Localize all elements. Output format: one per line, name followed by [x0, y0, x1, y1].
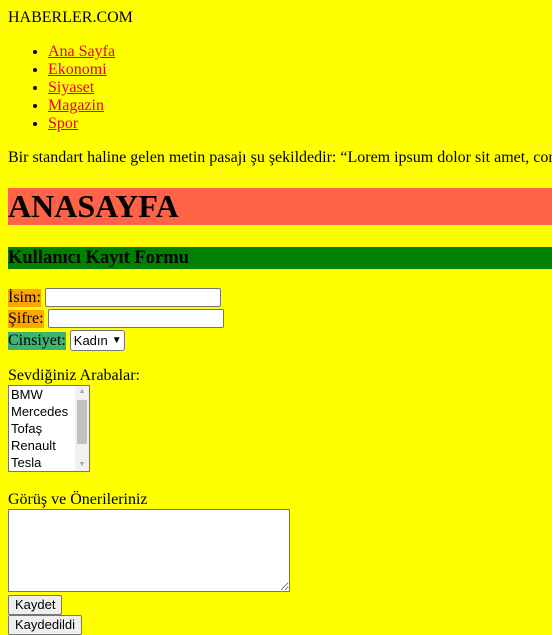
nav-link-magazine[interactable]: Magazin — [48, 97, 104, 114]
password-input[interactable] — [47, 309, 224, 328]
nav-item-magazine: Magazin — [48, 97, 115, 115]
nav-link-politics[interactable]: Siyaset — [48, 79, 94, 96]
scroll-up-icon[interactable]: ▲ — [75, 386, 89, 398]
password-label: Şifre: — [8, 309, 44, 328]
name-input[interactable] — [44, 288, 221, 307]
nav-item-politics: Siyaset — [48, 79, 115, 97]
nav-item-economy: Ekonomi — [48, 61, 115, 79]
save-button[interactable]: Kaydet — [8, 595, 63, 615]
form-title: Kullanıcı Kayıt Formu — [8, 247, 552, 269]
password-row: Şifre: — [8, 309, 224, 328]
gender-label: Cinsiyet: — [8, 331, 66, 350]
listbox-scrollbar[interactable]: ▲ ▼ — [75, 386, 89, 471]
feedback-textarea[interactable] — [8, 509, 290, 592]
name-label: İsim: — [8, 288, 41, 307]
intro-paragraph: Bir standart haline gelen metin pasajı ş… — [8, 149, 552, 166]
main-nav: Ana Sayfa Ekonomi Siyaset Magazin Spor — [8, 43, 115, 133]
cars-listbox[interactable]: BMW Mercedes Tofaş Renault Tesla ▲ ▼ — [8, 385, 90, 472]
scroll-down-icon[interactable]: ▼ — [75, 459, 89, 471]
gender-selected-value: Kadın — [73, 333, 108, 348]
scrollbar-thumb[interactable] — [77, 400, 87, 444]
site-title: HABERLER.COM — [8, 9, 133, 26]
nav-item-home: Ana Sayfa — [48, 43, 115, 61]
nav-link-home[interactable]: Ana Sayfa — [48, 43, 115, 60]
cars-label: Sevdiğiniz Arabalar: — [8, 367, 140, 384]
nav-link-sports[interactable]: Spor — [48, 115, 78, 132]
nav-link-economy[interactable]: Ekonomi — [48, 61, 107, 78]
nav-item-sports: Spor — [48, 115, 115, 133]
gender-row: Cinsiyet: Kadın ▼ — [8, 330, 125, 351]
saved-button[interactable]: Kaydedildi — [8, 615, 82, 635]
hero-heading: ANASAYFA — [8, 188, 552, 225]
name-row: İsim: — [8, 288, 221, 307]
chevron-down-icon: ▼ — [111, 335, 122, 346]
feedback-label: Görüş ve Önerileriniz — [8, 491, 148, 508]
gender-select[interactable]: Kadın ▼ — [69, 330, 125, 351]
